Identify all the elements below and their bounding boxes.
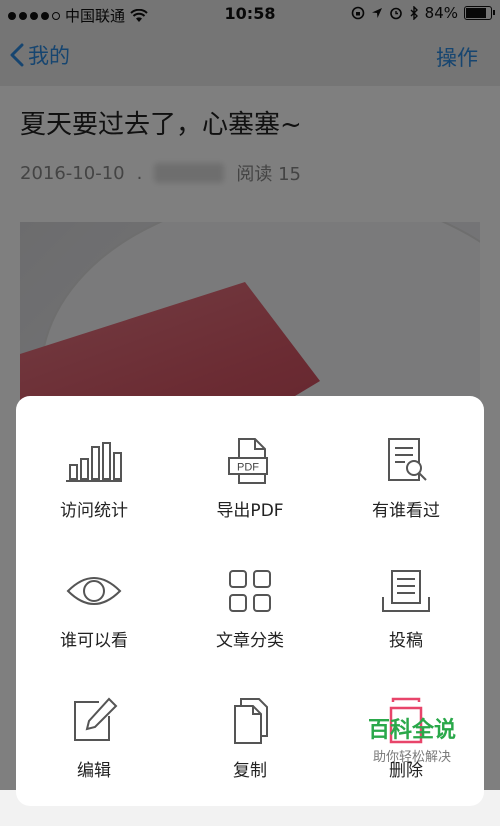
action-visibility[interactable]: 谁可以看 bbox=[16, 566, 172, 696]
copy-icon bbox=[219, 696, 281, 746]
watermark-title: 百科全说 bbox=[367, 718, 456, 743]
action-export-pdf[interactable]: PDF 导出PDF bbox=[172, 436, 328, 566]
action-visit-stats[interactable]: 访问统计 bbox=[16, 436, 172, 566]
submit-tray-icon bbox=[375, 566, 437, 616]
action-label: 投稿 bbox=[389, 631, 423, 651]
action-label: 复制 bbox=[233, 761, 267, 781]
action-label: 导出PDF bbox=[216, 501, 284, 521]
eye-icon bbox=[63, 566, 125, 616]
document-search-icon bbox=[375, 436, 437, 486]
action-label: 有谁看过 bbox=[372, 501, 440, 521]
watermark-subtitle: 助你轻松解决 bbox=[372, 750, 451, 765]
grid-icon bbox=[219, 566, 281, 616]
action-edit[interactable]: 编辑 bbox=[16, 696, 172, 826]
action-grid: 访问统计 PDF 导出PDF 有谁看过 谁可以看 文章分类 投稿 编辑 复制 删… bbox=[16, 436, 484, 826]
action-category[interactable]: 文章分类 bbox=[172, 566, 328, 696]
action-copy[interactable]: 复制 bbox=[172, 696, 328, 826]
action-label: 文章分类 bbox=[216, 631, 284, 651]
svg-text:PDF: PDF bbox=[237, 462, 259, 474]
watermark-logo: 百科全说 助你轻松解决 bbox=[352, 712, 472, 765]
edit-icon bbox=[63, 696, 125, 746]
action-label: 谁可以看 bbox=[60, 631, 128, 651]
pdf-file-icon: PDF bbox=[219, 436, 281, 486]
action-who-viewed[interactable]: 有谁看过 bbox=[328, 436, 484, 566]
bar-chart-icon bbox=[63, 436, 125, 486]
action-label: 编辑 bbox=[77, 761, 111, 781]
action-label: 访问统计 bbox=[60, 501, 128, 521]
action-submit[interactable]: 投稿 bbox=[328, 566, 484, 696]
